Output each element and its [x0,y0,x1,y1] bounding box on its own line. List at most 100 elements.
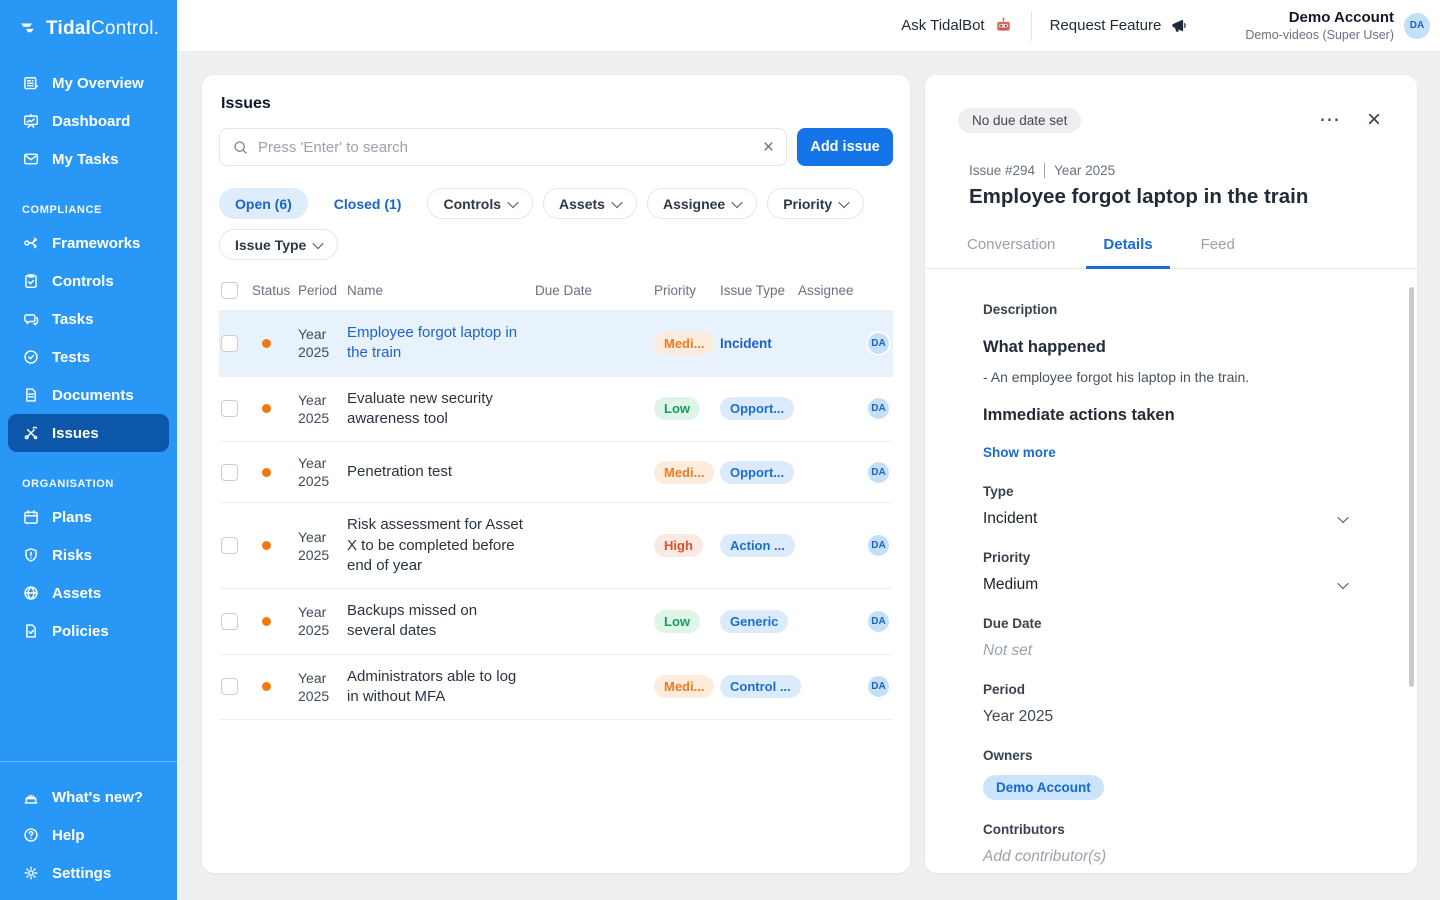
row-checkbox[interactable] [221,400,238,417]
filter-priority[interactable]: Priority [767,188,864,219]
sidebar-item-frameworks[interactable]: Frameworks [0,224,177,262]
brand-logo[interactable]: TidalControl. [0,0,177,40]
brand-name: TidalControl. [46,18,159,40]
col-due-date: Due Date [535,283,654,298]
row-checkbox[interactable] [221,464,238,481]
frameworks-icon [22,234,40,252]
type-value: Incident [983,510,1037,528]
main-content: Issues × Add issue Open (6) Closed (1) C… [177,52,1440,900]
row-checkbox[interactable] [221,537,238,554]
assignee-avatar[interactable]: DA [866,396,891,421]
scrollbar[interactable] [1409,287,1414,687]
sidebar-divider [0,761,177,762]
table-row[interactable]: Year 2025 Evaluate new security awarenes… [219,377,893,443]
sidebar-item-tests[interactable]: Tests [0,338,177,376]
sidebar-item-controls[interactable]: Controls [0,262,177,300]
sidebar-section-organisation: ORGANISATION [0,452,177,498]
priority-badge: Low [654,610,700,633]
filter-open[interactable]: Open (6) [219,188,308,219]
row-checkbox[interactable] [221,678,238,695]
sidebar-item-my-tasks[interactable]: My Tasks [0,140,177,178]
tab-feed[interactable]: Feed [1184,236,1252,269]
assignee-avatar[interactable]: DA [866,460,891,485]
table-row[interactable]: Year 2025 Administrators able to log in … [219,655,893,721]
issue-name-link[interactable]: Evaluate new security awareness tool [347,389,535,430]
sidebar-item-assets[interactable]: Assets [0,574,177,612]
assignee-avatar[interactable]: DA [866,331,891,356]
col-status: Status [252,283,298,298]
row-checkbox[interactable] [221,613,238,630]
request-feature-button[interactable]: Request Feature [1050,16,1190,35]
clear-search-icon[interactable]: × [763,138,774,157]
account-avatar[interactable]: DA [1404,13,1430,39]
sidebar-item-plans[interactable]: Plans [0,498,177,536]
issue-name-link[interactable]: Penetration test [347,462,535,482]
issue-name-link[interactable]: Risk assessment for Asset X to be comple… [347,515,535,576]
contributors-field: Contributors Add contributor(s) [983,822,1347,866]
priority-badge: Medi... [654,332,714,355]
account-menu[interactable]: Demo Account Demo-videos (Super User) DA [1245,9,1430,42]
tab-conversation[interactable]: Conversation [950,236,1072,269]
sidebar-item-dashboard[interactable]: Dashboard [0,102,177,140]
filter-label: Assignee [663,196,725,212]
sidebar-item-issues[interactable]: Issues [8,414,169,452]
assignee-avatar[interactable]: DA [866,533,891,558]
search-input[interactable] [258,139,754,156]
type-select[interactable]: Incident [983,510,1347,528]
priority-badge: High [654,534,703,557]
filter-controls[interactable]: Controls [427,188,533,219]
filter-label: Issue Type [235,237,306,253]
tools-icon [22,424,40,442]
issue-name-link[interactable]: Employee forgot laptop in the train [347,323,535,364]
tab-details[interactable]: Details [1086,236,1169,269]
issue-detail-panel: No due date set ⋯ × Issue #294 Year 2025… [925,75,1417,873]
top-header: Ask TidalBot Request Feature Demo Accoun… [177,0,1440,52]
filter-assets[interactable]: Assets [543,188,637,219]
due-date-badge: No due date set [958,108,1081,133]
sidebar-item-label: Frameworks [52,235,140,252]
more-options-icon[interactable]: ⋯ [1319,114,1341,127]
tidal-logo-icon [18,19,39,39]
ask-tidalbot-button[interactable]: Ask TidalBot [901,16,1012,35]
filter-issue-type[interactable]: Issue Type [219,229,338,260]
sidebar-item-whats-new[interactable]: What's new? [0,778,177,816]
priority-select[interactable]: Medium [983,576,1347,594]
add-issue-button[interactable]: Add issue [797,128,893,166]
status-dot-icon [262,468,271,477]
sidebar-item-tasks[interactable]: Tasks [0,300,177,338]
envelope-icon [22,150,40,168]
table-row[interactable]: Year 2025 Employee forgot laptop in the … [219,311,893,377]
issue-name-link[interactable]: Administrators able to log in without MF… [347,667,535,708]
owners-label: Owners [983,748,1347,763]
sidebar-item-documents[interactable]: Documents [0,376,177,414]
sidebar-item-help[interactable]: Help [0,816,177,854]
row-checkbox[interactable] [221,335,238,352]
period-value-row: Year 2025 [983,708,1347,726]
filter-assignee[interactable]: Assignee [647,188,757,219]
col-issue-type: Issue Type [720,283,798,298]
table-row[interactable]: Year 2025 Backups missed on several date… [219,589,893,655]
col-priority: Priority [654,283,720,298]
table-row[interactable]: Year 2025 Penetration test Medi... Oppor… [219,442,893,503]
filter-label: Priority [783,196,832,212]
filter-bar: Open (6) Closed (1) Controls Assets Assi… [219,188,893,260]
issue-name-link[interactable]: Backups missed on several dates [347,601,535,642]
sidebar-item-my-overview[interactable]: My Overview [0,64,177,102]
filter-closed[interactable]: Closed (1) [318,188,418,219]
sidebar-item-settings[interactable]: Settings [0,854,177,892]
sidebar-item-policies[interactable]: Policies [0,612,177,650]
due-date-input[interactable]: Not set [983,642,1347,660]
assignee-avatar[interactable]: DA [866,609,891,634]
sidebar-footer: What's new? Help Settings [0,761,177,892]
select-all-checkbox[interactable] [221,282,238,299]
assignee-avatar[interactable]: DA [866,674,891,699]
table-row[interactable]: Year 2025 Risk assessment for Asset X to… [219,503,893,589]
add-contributors-input[interactable]: Add contributor(s) [983,848,1347,866]
sidebar-item-label: Plans [52,509,92,526]
detail-tabs: Conversation Details Feed [925,236,1417,269]
show-more-link[interactable]: Show more [983,445,1056,460]
owner-badge[interactable]: Demo Account [983,775,1104,800]
filter-label: Controls [443,196,501,212]
close-icon[interactable]: × [1367,112,1381,129]
sidebar-item-risks[interactable]: Risks [0,536,177,574]
